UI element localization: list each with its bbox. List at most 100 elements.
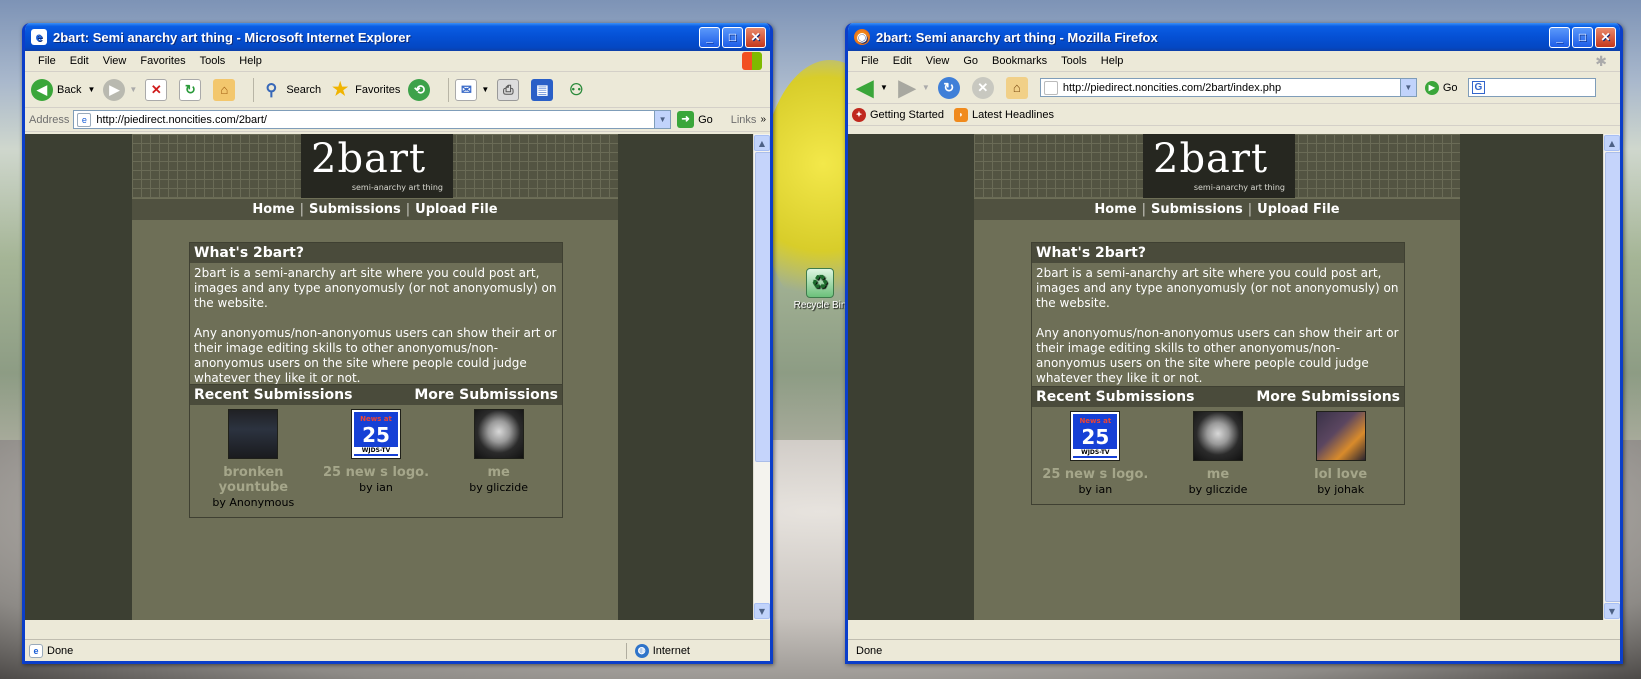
submission-thumbnail[interactable] <box>1192 411 1243 461</box>
submission-item[interactable]: News at 25 WJDS-TV 25 new s logo. by ian <box>317 409 435 509</box>
ie-menubar: File Edit View Favorites Tools Help <box>25 51 770 72</box>
site-logo[interactable]: 2bart semi-anarchy art thing <box>1143 134 1295 198</box>
site-logo[interactable]: 2bart semi-anarchy art thing <box>301 134 453 198</box>
favorites-button[interactable]: ★ Favorites <box>329 79 400 101</box>
recycle-bin-desktop-icon[interactable]: ♻ Recycle Bin <box>790 268 850 311</box>
scroll-down-icon[interactable]: ▼ <box>754 603 770 619</box>
stop-button[interactable]: ✕ <box>971 76 998 99</box>
star-icon: ★ <box>332 79 349 99</box>
bookmark-latest-headlines[interactable]: Latest Headlines <box>972 109 1054 121</box>
nav-upload-file[interactable]: Upload File <box>1257 202 1339 217</box>
ff-titlebar[interactable]: ◉ 2bart: Semi anarchy art thing - Mozill… <box>848 23 1620 51</box>
links-button[interactable]: Links <box>731 114 757 126</box>
go-arrow-icon[interactable]: ➜ <box>677 111 695 128</box>
more-submissions-link[interactable]: More Submissions <box>1256 389 1400 405</box>
submission-thumbnail[interactable]: News at 25 WJDS-TV <box>1070 411 1121 461</box>
menu-help[interactable]: Help <box>232 55 269 67</box>
submission-item[interactable]: lol love by johak <box>1282 411 1400 496</box>
recent-submissions-label: Recent Submissions <box>194 387 353 403</box>
address-url: http://piedirect.noncities.com/2bart/ <box>96 113 267 126</box>
scroll-thumb[interactable] <box>755 152 770 462</box>
menu-help[interactable]: Help <box>1094 55 1131 67</box>
submission-title[interactable]: me <box>1159 467 1277 482</box>
ff-go-button[interactable]: Go <box>1443 82 1458 94</box>
print-button[interactable]: ⎙ <box>497 78 523 101</box>
submission-item[interactable]: bronken yountube by Anonymous <box>194 409 312 509</box>
submission-title[interactable]: bronken yountube <box>194 465 312 495</box>
submission-thumbnail[interactable] <box>228 409 279 459</box>
stop-button[interactable]: ✕ <box>145 78 171 101</box>
submission-title[interactable]: me <box>440 465 558 480</box>
edit-button[interactable]: ▤ <box>531 78 557 101</box>
submission-title[interactable]: 25 new s logo. <box>317 465 435 480</box>
recent-submissions-label: Recent Submissions <box>1036 389 1195 405</box>
news-thumb-top: News at <box>1079 416 1112 425</box>
scroll-up-icon[interactable]: ▲ <box>1604 135 1620 151</box>
menu-tools[interactable]: Tools <box>1054 55 1094 67</box>
back-button[interactable]: ◀ ▼ <box>854 75 888 100</box>
forward-button[interactable]: ▶ ▼ <box>896 74 929 100</box>
minimize-button[interactable]: _ <box>699 26 720 48</box>
ff-search-input[interactable]: G <box>1467 78 1596 97</box>
messenger-button[interactable]: ⚇ <box>565 79 591 101</box>
go-icon[interactable]: ▶ <box>1424 80 1439 95</box>
refresh-button[interactable]: ↻ <box>179 78 205 101</box>
maximize-button[interactable]: □ <box>722 26 743 48</box>
menu-favorites[interactable]: Favorites <box>133 55 192 67</box>
nav-submissions[interactable]: Submissions <box>309 202 401 217</box>
search-button[interactable]: ⚲ Search <box>260 79 321 101</box>
menu-view[interactable]: View <box>919 55 957 67</box>
mail-button[interactable]: ✉ ▼ <box>455 78 489 101</box>
submission-item[interactable]: me by gliczide <box>440 409 558 509</box>
nav-home[interactable]: Home <box>1094 202 1136 217</box>
nav-separator: | <box>1141 202 1146 217</box>
menu-file[interactable]: File <box>31 55 63 67</box>
ie-titlebar[interactable]: e 2bart: Semi anarchy art thing - Micros… <box>25 23 770 51</box>
menu-edit[interactable]: Edit <box>886 55 919 67</box>
submission-item[interactable]: me by gliczide <box>1159 411 1277 496</box>
chevron-down-icon[interactable]: ▼ <box>654 111 671 128</box>
submission-thumbnail[interactable] <box>1315 411 1366 461</box>
recent-submissions-box: Recent Submissions More Submissions News… <box>1031 386 1405 505</box>
ff-vertical-scrollbar[interactable]: ▲ ▼ <box>1603 134 1620 620</box>
maximize-button[interactable]: □ <box>1572 26 1593 48</box>
scroll-up-icon[interactable]: ▲ <box>754 135 770 151</box>
menu-go[interactable]: Go <box>956 55 985 67</box>
bookmark-getting-started[interactable]: Getting Started <box>870 109 944 121</box>
about-title-text: What's 2bart? <box>1036 245 1146 261</box>
go-button[interactable]: Go <box>698 114 713 126</box>
chevron-right-icon[interactable]: » <box>760 114 766 125</box>
address-input[interactable]: e http://piedirect.noncities.com/2bart/ … <box>73 110 672 129</box>
menu-file[interactable]: File <box>854 55 886 67</box>
menu-tools[interactable]: Tools <box>193 55 233 67</box>
scroll-thumb[interactable] <box>1605 152 1620 602</box>
submission-title[interactable]: lol love <box>1282 467 1400 482</box>
refresh-icon: ↻ <box>179 78 202 101</box>
close-button[interactable]: ✕ <box>745 26 766 48</box>
forward-arrow-icon: ▶ <box>898 74 916 100</box>
nav-upload-file[interactable]: Upload File <box>415 202 497 217</box>
minimize-button[interactable]: _ <box>1549 26 1570 48</box>
more-submissions-link[interactable]: More Submissions <box>414 387 558 403</box>
menu-bookmarks[interactable]: Bookmarks <box>985 55 1054 67</box>
ie-vertical-scrollbar[interactable]: ▲ ▼ <box>753 134 770 620</box>
home-button[interactable]: ⌂ <box>213 78 239 101</box>
submission-title[interactable]: 25 new s logo. <box>1036 467 1154 482</box>
menu-edit[interactable]: Edit <box>63 55 96 67</box>
history-button[interactable]: ⟲ <box>408 78 434 101</box>
scroll-down-icon[interactable]: ▼ <box>1604 603 1620 619</box>
ff-url-input[interactable]: http://piedirect.noncities.com/2bart/ind… <box>1039 78 1417 97</box>
nav-home[interactable]: Home <box>252 202 294 217</box>
forward-button[interactable]: ▶ ▼ <box>103 78 137 101</box>
reload-button[interactable]: ↻ <box>937 76 964 99</box>
back-button[interactable]: ◀ Back ▼ <box>31 78 95 101</box>
submission-thumbnail[interactable] <box>473 409 524 459</box>
menu-view[interactable]: View <box>96 55 134 67</box>
nav-submissions[interactable]: Submissions <box>1151 202 1243 217</box>
close-button[interactable]: ✕ <box>1595 26 1616 48</box>
home-button[interactable]: ⌂ <box>1005 76 1032 99</box>
back-arrow-icon: ◀ <box>31 78 53 101</box>
chevron-down-icon[interactable]: ▼ <box>1399 79 1416 96</box>
submission-item[interactable]: News at 25 WJDS-TV 25 new s logo. by ian <box>1036 411 1154 496</box>
submission-thumbnail[interactable]: News at 25 WJDS-TV <box>350 409 401 459</box>
